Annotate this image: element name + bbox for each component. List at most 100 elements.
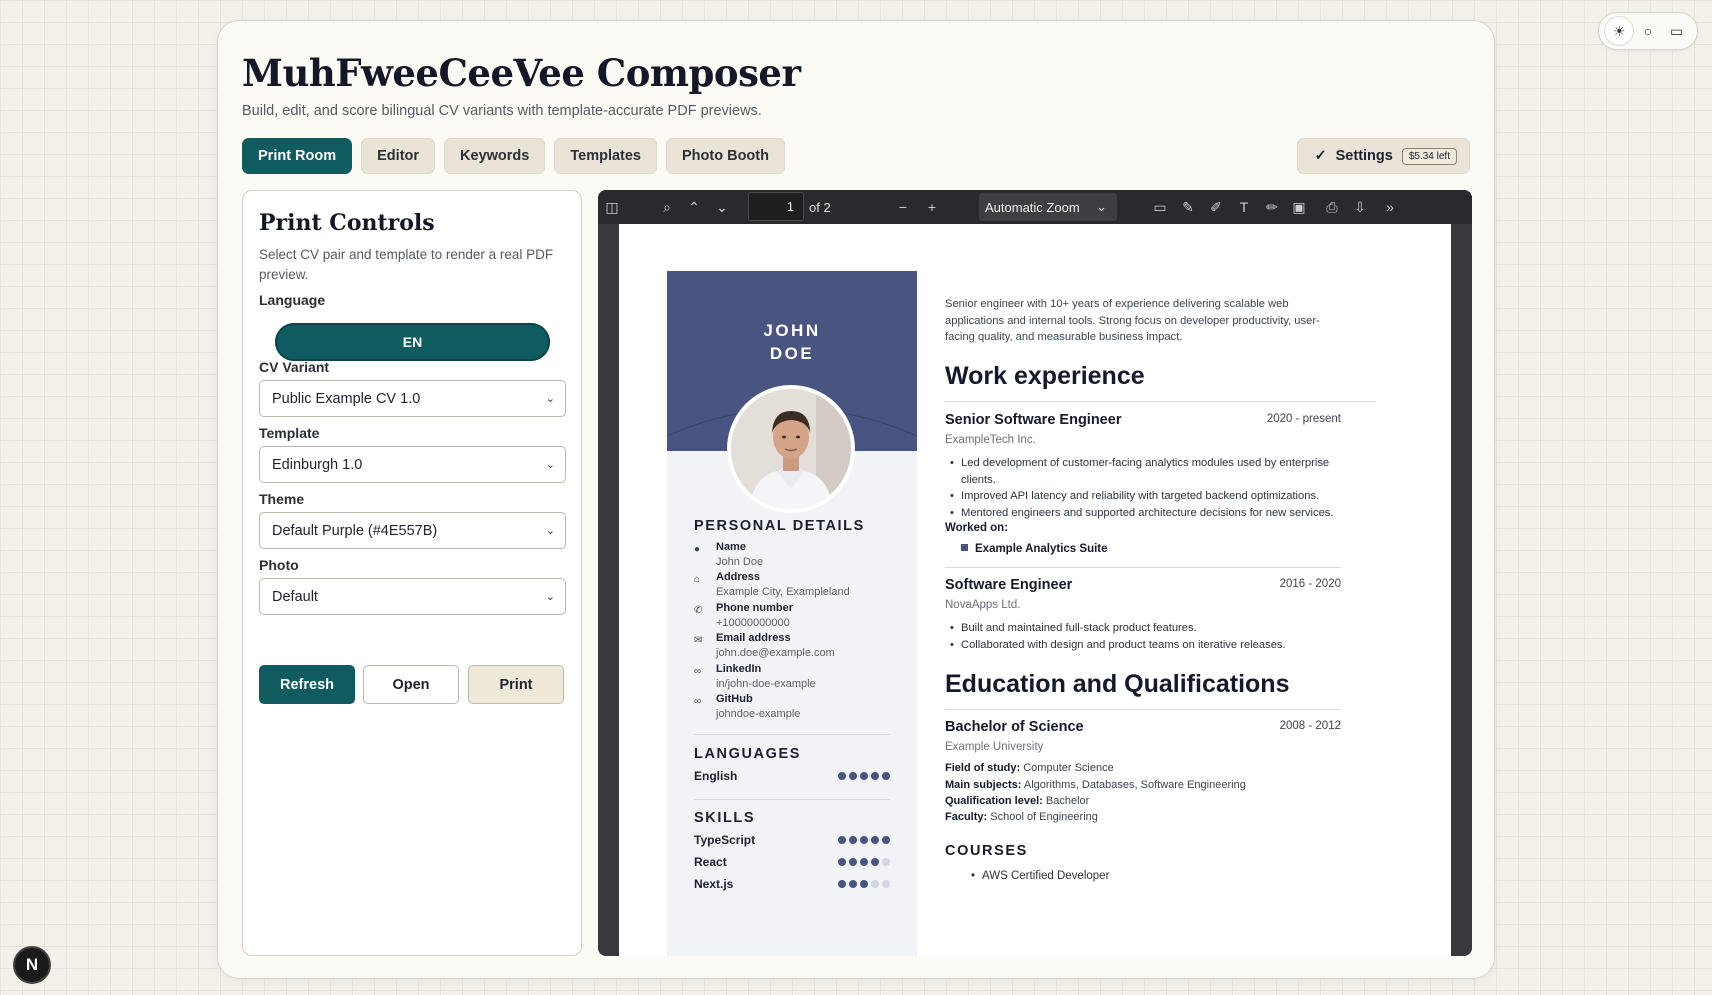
home-icon: ⌂: [694, 574, 701, 585]
cv-sidebar: JOHN DOE PERSONAL DETAILS ● Name John Do…: [667, 271, 917, 956]
variant-select[interactable]: Public Example CV 1.0 ⌄: [259, 380, 566, 417]
personal-details-title: PERSONAL DETAILS: [694, 518, 865, 534]
personal-label: GitHub: [716, 693, 753, 705]
settings-button[interactable]: ✓ Settings $5.34 left: [1297, 138, 1470, 174]
tab-keywords[interactable]: Keywords: [444, 138, 546, 174]
level-dot: [871, 772, 879, 780]
zoom-value: Automatic Zoom: [985, 199, 1080, 215]
edu-level-value: Bachelor: [1045, 795, 1090, 807]
level-dot: [882, 772, 890, 780]
personal-value: +10000000000: [716, 617, 790, 629]
print-controls-description: Select CV pair and template to render a …: [259, 247, 554, 282]
print-icon[interactable]: ⎙: [1320, 195, 1344, 219]
zoom-in-icon[interactable]: +: [920, 195, 944, 219]
job-bullet: Collaborated with design and product tea…: [950, 637, 1361, 654]
languages-title: LANGUAGES: [694, 746, 802, 762]
template-label: Template: [259, 425, 320, 441]
level-dot: [849, 836, 857, 844]
profile-photo: [727, 385, 855, 513]
app-card: MuhFweeCeeVee Composer Build, edit, and …: [217, 20, 1495, 979]
personal-label: LinkedIn: [716, 663, 762, 675]
chevron-down-icon: ⌄: [545, 393, 555, 405]
nextjs-badge[interactable]: N: [13, 946, 51, 984]
job-org: ExampleTech Inc.: [945, 434, 1036, 446]
circle-icon[interactable]: ○: [1634, 17, 1662, 45]
page-number-input[interactable]: 1: [748, 192, 804, 221]
skill-name: Next.js: [694, 877, 734, 891]
monitor-icon[interactable]: ▭: [1663, 17, 1691, 45]
highlight-icon[interactable]: ✐: [1204, 195, 1228, 219]
open-button[interactable]: Open: [363, 665, 459, 704]
level-dot: [882, 880, 890, 888]
language-name: English: [694, 769, 738, 783]
template-select[interactable]: Edinburgh 1.0 ⌄: [259, 446, 566, 483]
level-dots: [838, 858, 890, 866]
photo-label: Photo: [259, 557, 299, 573]
zoom-select[interactable]: Automatic Zoom ⌄: [979, 193, 1117, 221]
level-dot: [882, 836, 890, 844]
level-dot: [860, 836, 868, 844]
template-value: Edinburgh 1.0: [272, 456, 363, 473]
tab-photo-booth[interactable]: Photo Booth: [666, 138, 785, 174]
edu-field: Field of study: Computer Science: [945, 762, 1114, 774]
section-divider: [945, 709, 1341, 710]
language-toggle[interactable]: EN: [275, 323, 550, 361]
pdf-viewer: ◫ ⌕ ⌃ ⌄ 1 of 2 − + Automatic Zoom ⌄ ▭ ✎ …: [598, 190, 1472, 956]
print-controls-title: Print Controls: [259, 210, 435, 236]
edu-date: 2008 - 2012: [1279, 720, 1341, 732]
work-experience-title: Work experience: [945, 362, 1145, 390]
personal-label: Address: [716, 571, 761, 583]
comment-icon[interactable]: ▭: [1148, 195, 1172, 219]
skills-title: SKILLS: [694, 810, 756, 826]
more-tools-icon[interactable]: »: [1378, 195, 1402, 219]
signature-icon[interactable]: ✎: [1176, 195, 1200, 219]
chevron-down-icon[interactable]: ⌄: [710, 195, 734, 219]
search-icon[interactable]: ⌕: [655, 195, 679, 219]
download-icon[interactable]: ⇩: [1348, 195, 1372, 219]
level-dot: [838, 772, 846, 780]
level-dot: [871, 880, 879, 888]
refresh-button[interactable]: Refresh: [259, 665, 355, 704]
section-divider: [945, 401, 1375, 402]
level-dot: [860, 772, 868, 780]
level-dot: [871, 836, 879, 844]
personal-value: john.doe@example.com: [716, 647, 835, 659]
theme-select[interactable]: Default Purple (#4E557B) ⌄: [259, 512, 566, 549]
tab-editor[interactable]: Editor: [361, 138, 436, 174]
print-button[interactable]: Print: [468, 665, 564, 704]
zoom-out-icon[interactable]: −: [891, 195, 915, 219]
chevron-up-icon[interactable]: ⌃: [682, 195, 706, 219]
app-subtitle: Build, edit, and score bilingual CV vari…: [242, 103, 762, 119]
tab-templates[interactable]: Templates: [554, 138, 657, 174]
theme-toggle: ☀ ○ ▭: [1598, 12, 1698, 50]
job-date: 2016 - 2020: [1279, 578, 1341, 590]
edu-level: Qualification level: Bachelor: [945, 795, 1089, 807]
image-icon[interactable]: ▣: [1287, 195, 1311, 219]
pdf-page: JOHN DOE PERSONAL DETAILS ● Name John Do…: [619, 224, 1451, 956]
credit-badge: $5.34 left: [1401, 147, 1457, 165]
level-dot: [838, 836, 846, 844]
edu-subjects-label: Main subjects:: [945, 779, 1022, 791]
level-dots: [838, 836, 890, 844]
text-tool-icon[interactable]: T: [1232, 195, 1256, 219]
edu-org: Example University: [945, 741, 1044, 753]
level-dots: [838, 772, 890, 780]
link-icon: ∞: [694, 666, 702, 677]
sidebar-toggle-icon[interactable]: ◫: [600, 195, 624, 219]
cv-summary: Senior engineer with 10+ years of experi…: [945, 298, 1320, 343]
personal-label: Name: [716, 541, 746, 553]
level-dot: [849, 880, 857, 888]
job-bullet: Led development of customer-facing analy…: [950, 455, 1361, 488]
level-dot: [860, 858, 868, 866]
photo-select[interactable]: Default ⌄: [259, 578, 566, 615]
draw-icon[interactable]: ✏: [1260, 195, 1284, 219]
level-dot: [849, 772, 857, 780]
job-date: 2020 - present: [1266, 413, 1341, 425]
tab-print-room[interactable]: Print Room: [242, 138, 353, 174]
skill-name: TypeScript: [694, 833, 756, 847]
cv-name: JOHN DOE: [667, 319, 917, 365]
edu-subjects: Main subjects: Algorithms, Databases, So…: [945, 779, 1246, 791]
sun-icon[interactable]: ☀: [1605, 17, 1634, 45]
job-org: NovaApps Ltd.: [945, 599, 1021, 611]
personal-value: johndoe-example: [716, 708, 801, 720]
